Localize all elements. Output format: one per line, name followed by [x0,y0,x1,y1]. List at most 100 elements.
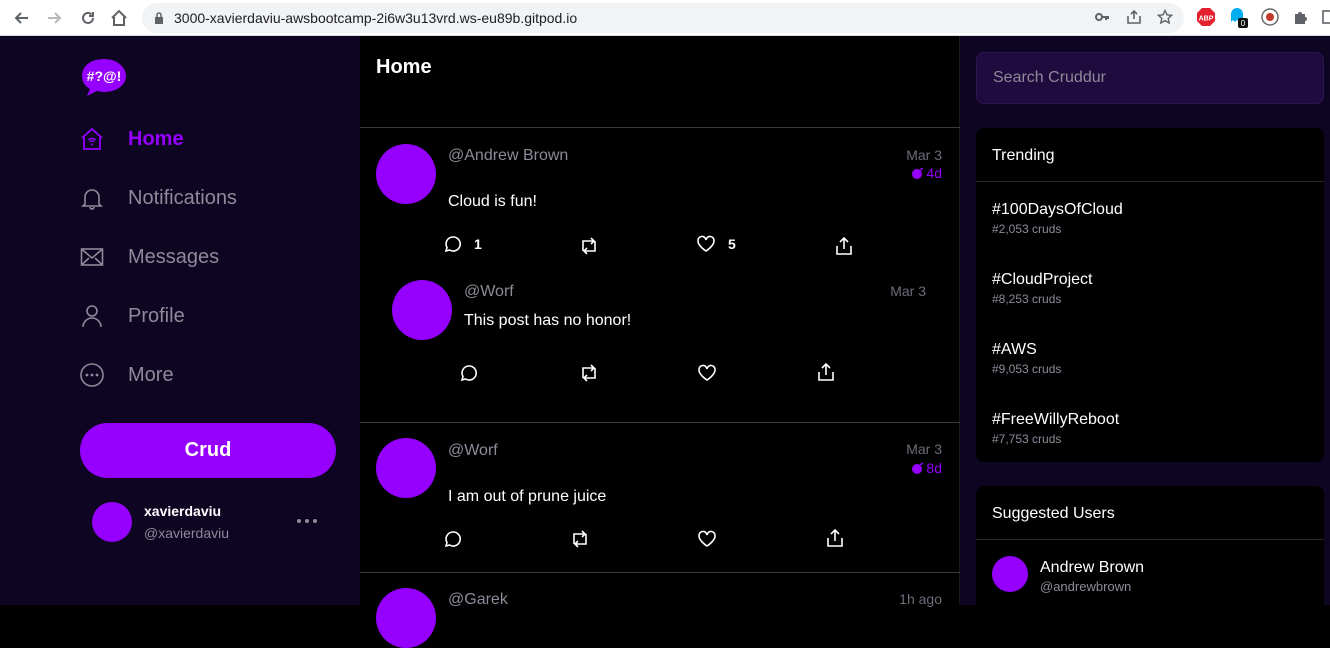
like-button[interactable] [697,364,717,382]
like-button[interactable]: 5 [696,235,736,253]
reply-count: 1 [474,236,482,252]
avatar[interactable] [392,280,452,340]
reply-icon [444,236,461,253]
reply-button[interactable]: 1 [444,235,482,253]
expiry-label: 8d [926,460,942,476]
nav-home[interactable]: Home [80,123,184,155]
avatar[interactable] [376,588,436,648]
activity-handle[interactable]: @Andrew Brown [448,147,568,165]
trending-title: Trending [992,147,1055,164]
bomb-icon [912,462,924,474]
lock-icon [155,12,163,24]
url-text: 3000-xavierdaviu-awsbootcamp-2i6w3u13vrd… [174,10,578,26]
reply-button[interactable] [444,530,462,548]
nav-more[interactable]: More [80,359,174,391]
share-button[interactable] [835,237,853,255]
share-icon [827,529,843,547]
cruddur-app: #?@! Home Notifications Messages Profile… [0,36,1330,648]
divider [360,127,960,128]
suggested-user-name[interactable]: Andrew Brown [1040,559,1144,577]
activity-handle[interactable]: @Worf [448,442,498,460]
divider [976,181,1324,182]
reply-icon [460,365,477,382]
star-icon[interactable] [1155,7,1175,27]
nav-notifications[interactable]: Notifications [80,182,237,214]
right-column: Trending #100DaysOfCloud #2,053 cruds #C… [960,36,1330,616]
nav-messages-label: Messages [128,245,220,268]
ghostery-icon[interactable]: 0 [1228,7,1248,28]
repost-button[interactable] [570,530,590,548]
share-icon [836,237,852,255]
trend-count: #2,053 cruds [992,222,1062,236]
reply-button[interactable] [460,364,478,382]
sidebar: #?@! Home Notifications Messages Profile… [0,36,360,605]
avatar[interactable] [376,144,436,204]
share-icon [818,363,834,381]
trend-count: #7,753 cruds [992,432,1062,446]
nav-messages[interactable]: Messages [80,241,219,273]
trend-tag[interactable]: #AWS [992,341,1037,359]
share-button[interactable] [817,363,835,381]
bomb-icon [912,167,924,179]
nav-profile[interactable]: Profile [80,300,185,332]
wordpress-icon[interactable] [1260,7,1280,27]
activity-date: Mar 3 [906,147,942,163]
profile-handle: @xavierdaviu [144,525,230,541]
address-bar[interactable]: 3000-xavierdaviu-awsbootcamp-2i6w3u13vrd… [142,3,1184,33]
avatar[interactable] [376,438,436,498]
ellipsis-icon[interactable] [296,512,318,524]
forward-arrow-icon[interactable] [43,7,65,29]
trend-tag[interactable]: #CloudProject [992,271,1093,289]
more-circle-icon [80,363,104,387]
activity-message: I am out of prune juice [448,488,607,505]
svg-text:0: 0 [1241,19,1246,28]
activity-expiry: 4d [910,165,942,181]
activity-feed: Home @Andrew Brown Mar 3 4d Cloud is fun… [360,36,960,648]
heart-icon [698,364,716,381]
sidepanel-icon[interactable] [1318,7,1330,27]
cruddur-logo[interactable]: #?@! [80,57,128,96]
search-input[interactable] [976,52,1324,104]
nav-profile-label: Profile [128,304,185,327]
abp-icon[interactable]: ABP [1196,7,1216,27]
svg-text:ABP: ABP [1199,16,1214,23]
suggested-users-panel: Suggested Users Andrew Brown @andrewbrow… [976,486,1324,616]
share-icon[interactable] [1124,7,1144,27]
activity-handle[interactable]: @Garek [448,591,508,609]
key-icon[interactable] [1092,7,1112,27]
page-title: Home [376,56,432,78]
user-icon [80,304,104,328]
heart-icon [697,235,715,252]
avatar[interactable] [92,502,132,542]
trend-count: #9,053 cruds [992,362,1062,376]
expiry-label: 4d [926,165,942,181]
like-button[interactable] [697,530,717,548]
bell-icon [80,186,104,210]
puzzle-icon[interactable] [1291,7,1311,27]
activity-expiry: 8d [910,460,942,476]
suggested-user-handle: @andrewbrown [1040,579,1132,594]
repost-button[interactable] [579,237,611,255]
back-arrow-icon[interactable] [11,7,33,29]
activity-date: Mar 3 [906,441,942,457]
trend-tag[interactable]: #100DaysOfCloud [992,201,1123,219]
heart-icon [698,530,716,547]
reply-date: Mar 3 [890,283,926,299]
suggested-title: Suggested Users [992,505,1115,522]
reload-icon[interactable] [77,7,99,29]
home-icon [80,127,104,151]
reply-handle[interactable]: @Worf [464,283,514,301]
nav-home-label: Home [128,127,184,150]
crud-button[interactable]: Crud [80,423,336,478]
share-button[interactable] [826,529,844,547]
avatar[interactable] [992,556,1028,592]
home-browser-icon[interactable] [108,7,130,29]
trend-tag[interactable]: #FreeWillyReboot [992,411,1119,429]
divider [976,539,1324,540]
repost-icon [582,237,596,255]
trending-panel: Trending #100DaysOfCloud #2,053 cruds #C… [976,128,1324,462]
repost-icon [573,530,587,548]
divider [360,572,960,573]
repost-button[interactable] [579,364,599,382]
mail-icon [80,245,104,269]
